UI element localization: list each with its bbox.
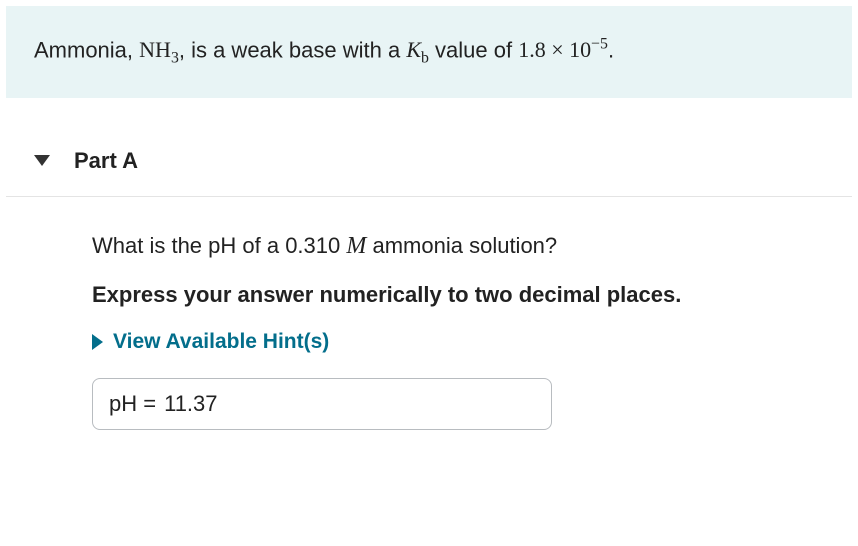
intro-text-pre: Ammonia,: [34, 37, 139, 62]
molar-unit: M: [346, 233, 366, 259]
part-a-body: What is the pH of a 0.310 M ammonia solu…: [0, 197, 858, 430]
intro-text-mid2: value of: [429, 37, 518, 62]
answer-label: pH =: [109, 391, 156, 417]
question-text: What is the pH of a 0.310 M ammonia solu…: [92, 233, 830, 260]
hints-label: View Available Hint(s): [113, 330, 329, 354]
intro-text-tail: .: [608, 37, 614, 62]
problem-intro: Ammonia, NH3, is a weak base with a Kb v…: [6, 6, 852, 98]
formula-nh3: NH3: [139, 37, 179, 62]
answer-input[interactable]: [164, 391, 535, 417]
intro-text-mid1: , is a weak base with a: [179, 37, 406, 62]
chevron-down-icon: [34, 155, 50, 166]
instruction-text: Express your answer numerically to two d…: [92, 282, 830, 308]
answer-row: pH =: [92, 378, 830, 430]
answer-field[interactable]: pH =: [92, 378, 552, 430]
kb-value: 1.8 × 10−5: [518, 37, 608, 62]
chevron-right-icon: [92, 334, 103, 350]
view-hints-button[interactable]: View Available Hint(s): [92, 330, 830, 354]
part-a-header[interactable]: Part A: [6, 126, 852, 197]
part-title: Part A: [74, 148, 138, 174]
formula-kb: Kb: [406, 37, 429, 62]
